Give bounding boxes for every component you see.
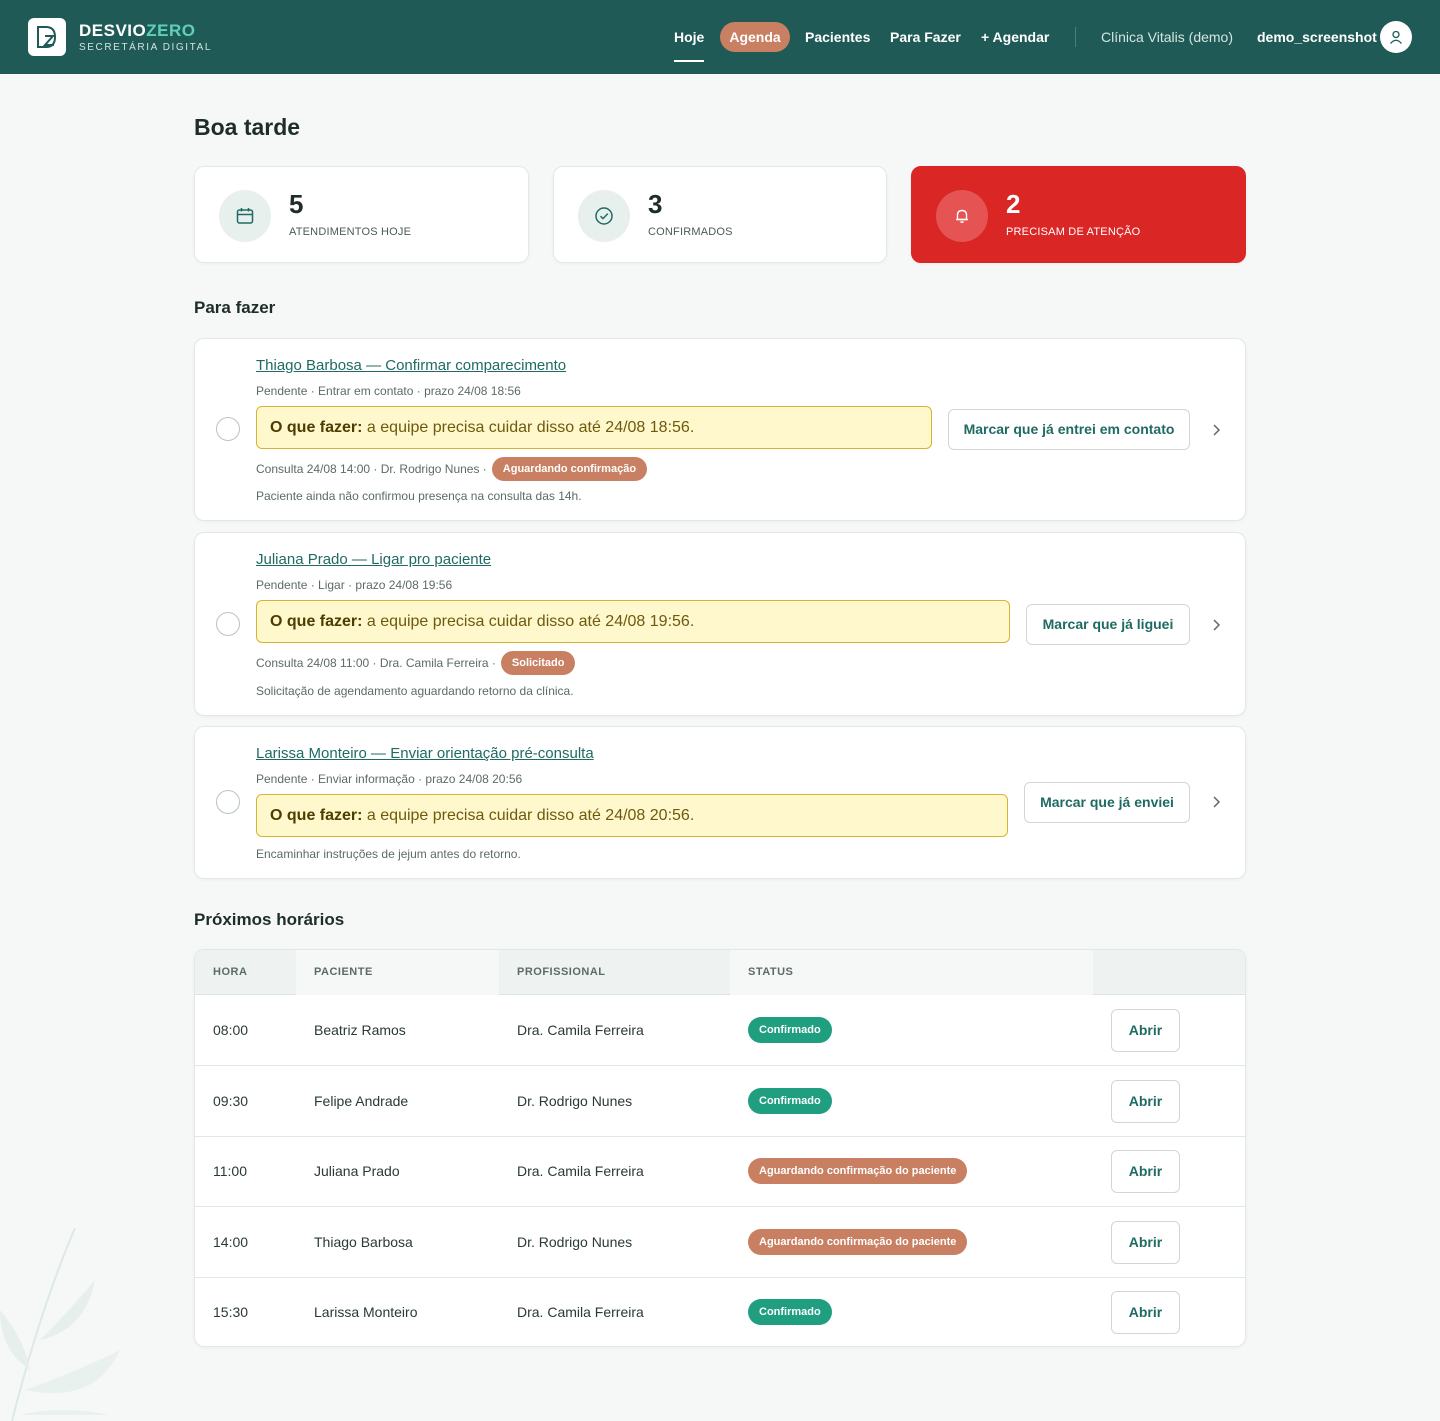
stat-label: CONFIRMADOS bbox=[648, 226, 733, 238]
open-button[interactable]: Abrir bbox=[1111, 1150, 1180, 1193]
status-badge: Confirmado bbox=[748, 1299, 832, 1325]
status-badge: Solicitado bbox=[500, 651, 576, 675]
stat-card-atencao[interactable]: 2 PRECISAM DE ATENÇÃO bbox=[911, 166, 1246, 263]
stat-card-atendimentos[interactable]: 5 ATENDIMENTOS HOJE bbox=[194, 166, 529, 263]
cell-professional: Dr. Rodrigo Nunes bbox=[517, 1093, 633, 1109]
bell-icon bbox=[936, 190, 988, 242]
table-header: HORA PACIENTE PROFISSIONAL STATUS bbox=[195, 950, 1245, 995]
cell-patient: Felipe Andrade bbox=[314, 1093, 409, 1109]
cell-time: 14:00 bbox=[213, 1234, 249, 1250]
column-header-profissional[interactable]: PROFISSIONAL bbox=[517, 950, 606, 995]
task-meta: Pendente · Enviar informação · prazo 24/… bbox=[256, 772, 523, 786]
table-row[interactable]: 08:00 Beatriz Ramos Dra. Camila Ferreira… bbox=[195, 995, 1245, 1066]
task-note: Encaminhar instruções de jejum antes do … bbox=[256, 847, 521, 861]
cell-professional: Dra. Camila Ferreira bbox=[517, 1163, 644, 1179]
open-button[interactable]: Abrir bbox=[1111, 1221, 1180, 1264]
task-complete-radio[interactable] bbox=[216, 790, 240, 814]
open-button[interactable]: Abrir bbox=[1111, 1009, 1180, 1052]
task-title-link[interactable]: Juliana Prado — Ligar pro paciente bbox=[256, 551, 491, 568]
task-consult-info: Consulta 24/08 11:00 · Dra. Camila Ferre… bbox=[256, 656, 496, 670]
column-header-hora[interactable]: HORA bbox=[213, 950, 247, 995]
brand[interactable]: DESVIOZERO SECRETÁRIA DIGITAL bbox=[28, 18, 212, 56]
chevron-right-icon[interactable] bbox=[1208, 422, 1224, 438]
cell-patient: Beatriz Ramos bbox=[314, 1022, 406, 1038]
nav-pacientes[interactable]: Pacientes bbox=[805, 22, 870, 52]
stat-card-confirmados[interactable]: 3 CONFIRMADOS bbox=[553, 166, 887, 263]
stat-value: 5 bbox=[289, 189, 304, 219]
task-consult-info: Consulta 24/08 14:00 · Dr. Rodrigo Nunes… bbox=[256, 462, 487, 476]
task-meta: Pendente · Entrar em contato · prazo 24/… bbox=[256, 384, 521, 398]
page-title: Boa tarde bbox=[194, 114, 301, 140]
chevron-right-icon[interactable] bbox=[1208, 617, 1224, 633]
column-header-paciente[interactable]: PACIENTE bbox=[314, 950, 373, 995]
task-title-link[interactable]: Thiago Barbosa — Confirmar compareciment… bbox=[256, 357, 566, 374]
brand-name: DESVIOZERO bbox=[79, 20, 196, 40]
task-card: Thiago Barbosa — Confirmar compareciment… bbox=[194, 338, 1246, 521]
stat-label: ATENDIMENTOS HOJE bbox=[289, 226, 412, 238]
task-complete-radio[interactable] bbox=[216, 417, 240, 441]
task-todo-box: O que fazer: a equipe precisa cuidar dis… bbox=[256, 794, 1008, 837]
task-note: Solicitação de agendamento aguardando re… bbox=[256, 684, 574, 698]
cell-patient: Thiago Barbosa bbox=[314, 1234, 413, 1250]
cell-time: 11:00 bbox=[213, 1163, 247, 1179]
task-todo-box: O que fazer: a equipe precisa cuidar dis… bbox=[256, 600, 1010, 643]
leaf-decoration-icon bbox=[0, 1227, 120, 1421]
status-badge: Aguardando confirmação do paciente bbox=[748, 1158, 968, 1184]
brand-subtitle: SECRETÁRIA DIGITAL bbox=[79, 41, 213, 53]
cell-professional: Dra. Camila Ferreira bbox=[517, 1304, 644, 1320]
cell-patient: Larissa Monteiro bbox=[314, 1304, 418, 1320]
task-card: Larissa Monteiro — Enviar orientação pré… bbox=[194, 726, 1246, 879]
status-badge: Aguardando confirmação do paciente bbox=[748, 1229, 968, 1255]
table-row[interactable]: 15:30 Larissa Monteiro Dra. Camila Ferre… bbox=[195, 1277, 1245, 1346]
nav-agendar[interactable]: + Agendar bbox=[981, 22, 1049, 52]
cell-professional: Dr. Rodrigo Nunes bbox=[517, 1234, 633, 1250]
cell-time: 08:00 bbox=[213, 1022, 249, 1038]
cell-time: 09:30 bbox=[213, 1093, 249, 1109]
brand-logo-icon bbox=[28, 18, 66, 56]
active-tab-indicator bbox=[674, 60, 705, 62]
task-title-link[interactable]: Larissa Monteiro — Enviar orientação pré… bbox=[256, 745, 594, 762]
open-button[interactable]: Abrir bbox=[1111, 1291, 1180, 1334]
column-header-status[interactable]: STATUS bbox=[748, 950, 793, 995]
check-circle-icon bbox=[578, 190, 630, 242]
calendar-icon bbox=[219, 190, 271, 242]
task-complete-radio[interactable] bbox=[216, 612, 240, 636]
stat-value: 3 bbox=[648, 189, 663, 219]
task-note: Paciente ainda não confirmou presença na… bbox=[256, 489, 582, 503]
stat-value: 2 bbox=[1006, 189, 1021, 219]
status-badge: Confirmado bbox=[748, 1088, 832, 1114]
user-avatar-icon[interactable] bbox=[1380, 21, 1412, 53]
task-meta: Pendente · Ligar · prazo 24/08 19:56 bbox=[256, 578, 453, 592]
status-badge: Confirmado bbox=[748, 1017, 832, 1043]
mark-contacted-button[interactable]: Marcar que já entrei em contato bbox=[948, 409, 1190, 450]
open-button[interactable]: Abrir bbox=[1111, 1080, 1180, 1123]
status-badge: Aguardando confirmação bbox=[491, 457, 648, 481]
task-consult-line: Consulta 24/08 14:00 · Dr. Rodrigo Nunes… bbox=[256, 457, 648, 481]
nav-hoje[interactable]: Hoje bbox=[674, 22, 705, 62]
nav-para-fazer[interactable]: Para Fazer bbox=[890, 22, 961, 52]
cell-time: 15:30 bbox=[213, 1304, 249, 1320]
username[interactable]: demo_screenshot bbox=[1257, 22, 1377, 52]
task-card: Juliana Prado — Ligar pro paciente Pende… bbox=[194, 532, 1246, 716]
task-todo-box: O que fazer: a equipe precisa cuidar dis… bbox=[256, 406, 932, 449]
top-navbar: DESVIOZERO SECRETÁRIA DIGITAL Hoje Agend… bbox=[0, 0, 1440, 74]
section-title-para-fazer: Para fazer bbox=[194, 298, 276, 317]
table-row[interactable]: 09:30 Felipe Andrade Dr. Rodrigo Nunes C… bbox=[195, 1066, 1245, 1137]
stat-label: PRECISAM DE ATENÇÃO bbox=[1006, 226, 1141, 238]
mark-called-button[interactable]: Marcar que já liguei bbox=[1026, 604, 1190, 645]
table-row[interactable]: 11:00 Juliana Prado Dra. Camila Ferreira… bbox=[195, 1136, 1245, 1207]
chevron-right-icon[interactable] bbox=[1208, 794, 1224, 810]
clinic-selector[interactable]: Clínica Vitalis (demo) bbox=[1101, 22, 1233, 52]
nav-agenda[interactable]: Agenda bbox=[720, 22, 790, 52]
task-consult-line: Consulta 24/08 11:00 · Dra. Camila Ferre… bbox=[256, 651, 576, 675]
schedule-table: HORA PACIENTE PROFISSIONAL STATUS 08:00 … bbox=[194, 949, 1246, 1347]
mark-sent-button[interactable]: Marcar que já enviei bbox=[1024, 782, 1190, 823]
cell-patient: Juliana Prado bbox=[314, 1163, 400, 1179]
cell-professional: Dra. Camila Ferreira bbox=[517, 1022, 644, 1038]
section-title-proximos-horarios: Próximos horários bbox=[194, 910, 345, 929]
table-row[interactable]: 14:00 Thiago Barbosa Dr. Rodrigo Nunes A… bbox=[195, 1207, 1245, 1278]
nav-divider bbox=[1075, 27, 1076, 47]
